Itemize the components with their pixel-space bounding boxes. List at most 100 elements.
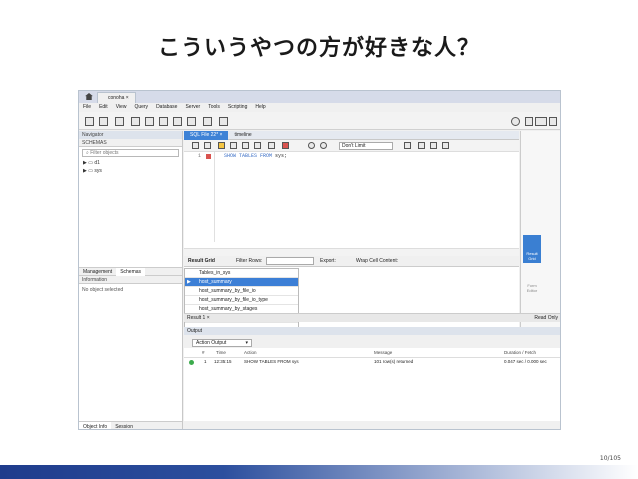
connection-tabbar: conoha × (79, 91, 560, 103)
footer-bar (0, 465, 638, 479)
toggle-output-icon[interactable] (535, 117, 547, 126)
output-header: Output (184, 327, 560, 335)
tab-object-info[interactable]: Object Info (79, 422, 112, 429)
tree-item-d1[interactable]: ▶ ▭ d1 (79, 159, 182, 167)
error-marker-icon (206, 154, 211, 159)
create-procedure-icon[interactable] (173, 117, 182, 126)
inspector-icon[interactable] (115, 117, 124, 126)
information-header: Information (79, 276, 182, 284)
create-schema-icon[interactable] (131, 117, 140, 126)
grid-header: Tables_in_sys (185, 269, 298, 278)
filter-placeholder: Filter objects (90, 150, 119, 156)
open-sql-file-icon[interactable] (99, 117, 108, 126)
action-output-select[interactable]: Action Output ▾ (192, 339, 252, 347)
result-grid: Tables_in_sys ▶ host_summary host_summary… (184, 268, 299, 333)
toggle-error-icon[interactable] (268, 142, 275, 149)
record-icon[interactable] (282, 142, 289, 149)
execute-current-icon[interactable] (230, 142, 237, 149)
settings-icon[interactable] (511, 117, 520, 126)
menu-edit[interactable]: Edit (95, 103, 112, 111)
tab-management[interactable]: Management (79, 268, 116, 276)
sql-code[interactable]: SHOW TABLES FROM sys; (224, 153, 287, 159)
column-header[interactable]: Tables_in_sys (199, 270, 230, 276)
rollback-icon[interactable] (320, 142, 327, 149)
information-panel: Information No object selected (79, 276, 182, 296)
menu-view[interactable]: View (112, 103, 131, 111)
home-icon[interactable] (85, 93, 93, 100)
filter-rows-label: Filter Rows: (236, 258, 263, 264)
save-icon[interactable] (204, 142, 211, 149)
result-side-panel: Result Grid Form Editor (520, 131, 560, 333)
invisible-chars-icon[interactable] (430, 142, 437, 149)
tree-item-sys[interactable]: ▶ ▭ sys (79, 167, 182, 175)
tab-sql-file[interactable]: SQL File 22* × (184, 131, 229, 140)
tab-session[interactable]: Session (111, 422, 137, 429)
table-row[interactable]: host_summary_by_file_io (185, 287, 298, 296)
result-grid-label[interactable]: Result Grid (188, 258, 215, 264)
menu-database[interactable]: Database (152, 103, 181, 111)
find-icon[interactable] (418, 142, 425, 149)
commit-icon[interactable] (308, 142, 315, 149)
toggle-secondary-sidebar-icon[interactable] (549, 117, 557, 126)
slide-title: こういうやつの方が好きな人？ (157, 36, 480, 61)
tab-schemas[interactable]: Schemas (116, 268, 146, 276)
row-action: SHOW TABLES FROM sys (244, 359, 299, 364)
schemas-header: SCHEMAS (79, 139, 182, 147)
tab-timeline[interactable]: timeline (228, 131, 257, 140)
create-view-icon[interactable] (159, 117, 168, 126)
toggle-sidebar-icon[interactable] (525, 117, 533, 126)
cell[interactable]: host_summary_by_file_io (199, 288, 256, 294)
search-table-icon[interactable] (203, 117, 212, 126)
create-function-icon[interactable] (187, 117, 196, 126)
result-grid-button[interactable]: Result Grid (523, 235, 541, 263)
filter-objects-input[interactable]: ⌕ Filter objects (82, 149, 179, 157)
open-file-icon[interactable] (192, 142, 199, 149)
cell[interactable]: host_summary_by_stages (199, 306, 257, 312)
menu-scripting[interactable]: Scripting (224, 103, 251, 111)
col-duration: Duration / Fetch (504, 350, 537, 355)
horizontal-scrollbar[interactable] (184, 248, 519, 256)
create-table-icon[interactable] (145, 117, 154, 126)
filter-rows-input[interactable] (266, 257, 314, 265)
sql-toolbar: Don't Limit (184, 140, 519, 152)
table-row[interactable]: host_summary_by_file_io_type (185, 296, 298, 305)
code-line[interactable]: 1 SHOW TABLES FROM sys; (184, 153, 519, 161)
explain-icon[interactable] (242, 142, 249, 149)
menu-server[interactable]: Server (181, 103, 204, 111)
success-icon (189, 360, 194, 365)
form-editor-button[interactable]: Form Editor (523, 267, 541, 295)
col-action: Action (244, 350, 257, 355)
output-column-headers: # Time Action Message Duration / Fetch (184, 350, 560, 358)
word-wrap-icon[interactable] (442, 142, 449, 149)
connection-tab[interactable]: conoha × (97, 92, 136, 103)
sql-rest: sys; (272, 153, 288, 159)
limit-value: Don't Limit (342, 143, 366, 149)
menu-tools[interactable]: Tools (204, 103, 224, 111)
row-num: 1 (204, 359, 207, 364)
chevron-down-icon: ▾ (245, 340, 248, 346)
cell[interactable]: host_summary_by_file_io_type (199, 297, 268, 303)
result-tab[interactable]: Result 1 × (187, 315, 210, 321)
table-row[interactable]: ▶ host_summary (185, 278, 298, 287)
stop-icon[interactable] (254, 142, 261, 149)
tree-label: d1 (94, 160, 100, 166)
menu-help[interactable]: Help (251, 103, 269, 111)
schemas-label: SCHEMAS (82, 140, 107, 146)
beautify-icon[interactable] (404, 142, 411, 149)
wrap-cell-label[interactable]: Wrap Cell Content: (356, 258, 398, 264)
page-number: 10/105 (599, 455, 621, 462)
limit-select[interactable]: Don't Limit (339, 142, 393, 150)
editor-tabs: SQL File 22* × timeline (184, 131, 519, 140)
output-row[interactable]: 1 12:35:15 SHOW TABLES FROM sys 101 row(… (184, 359, 560, 368)
navigator-panel: Navigator SCHEMAS ⌕ Filter objects ▶ ▭ d… (79, 131, 183, 429)
menu-query[interactable]: Query (130, 103, 152, 111)
read-only-label: Read Only (534, 315, 558, 321)
reconnect-icon[interactable] (219, 117, 228, 126)
sql-keyword: SHOW TABLES FROM (224, 153, 273, 159)
menu-file[interactable]: File (79, 103, 95, 111)
no-object-text: No object selected (82, 287, 124, 293)
new-sql-tab-icon[interactable] (85, 117, 94, 126)
execute-icon[interactable] (218, 142, 225, 149)
cell[interactable]: host_summary (199, 279, 232, 285)
export-label[interactable]: Export: (320, 258, 336, 264)
